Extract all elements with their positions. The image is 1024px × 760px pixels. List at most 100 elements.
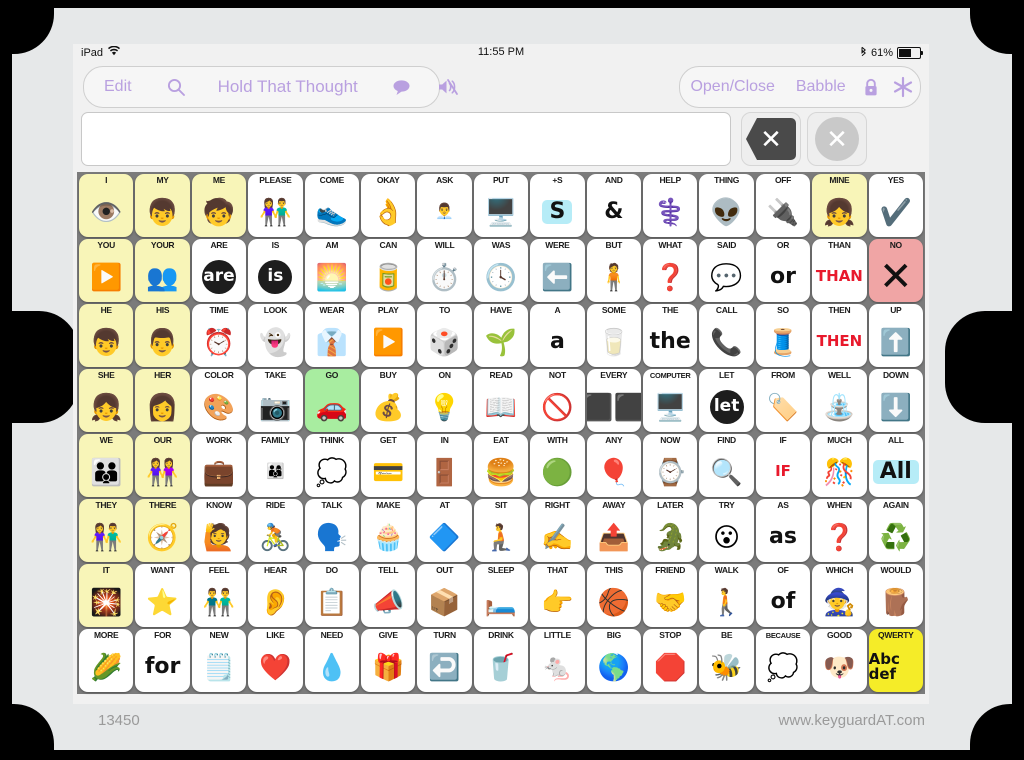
symbol-cell-if[interactable]: IF IF (755, 434, 811, 497)
symbol-cell-walk[interactable]: WALK 🚶 (699, 564, 754, 627)
symbol-cell-yes[interactable]: YES ✔️ (868, 174, 923, 237)
symbol-cell-because[interactable]: BECAUSE 💭 (755, 629, 811, 692)
symbol-cell-to[interactable]: TO 🎲 (417, 304, 472, 367)
symbol-cell-be[interactable]: BE 🐝 (699, 629, 754, 692)
symbol-cell-the[interactable]: THE the (643, 304, 698, 367)
symbol-cell--s[interactable]: +S S (530, 174, 585, 237)
symbol-cell-good[interactable]: GOOD 🐶 (812, 629, 867, 692)
symbol-cell-any[interactable]: ANY 🎈 (586, 434, 641, 497)
symbol-cell-make[interactable]: MAKE 🧁 (361, 499, 416, 562)
message-input[interactable] (81, 112, 731, 166)
symbol-cell-from[interactable]: FROM 🏷️ (755, 369, 811, 432)
symbol-cell-put[interactable]: PUT 🖥️ (473, 174, 529, 237)
symbol-cell-well[interactable]: WELL ⛲ (812, 369, 867, 432)
symbol-cell-please[interactable]: PLEASE 👫 (248, 174, 303, 237)
symbol-cell-and[interactable]: AND & (586, 174, 641, 237)
symbol-cell-or[interactable]: OR or (755, 239, 811, 302)
symbol-cell-play[interactable]: PLAY ▶️ (361, 304, 416, 367)
symbol-cell-work[interactable]: WORK 💼 (191, 434, 247, 497)
symbol-cell-call[interactable]: CALL 📞 (699, 304, 754, 367)
symbol-cell-down[interactable]: DOWN ⬇️ (868, 369, 923, 432)
symbol-cell-his[interactable]: HIS 👨 (135, 304, 190, 367)
symbol-cell-they[interactable]: THEY 👫 (79, 499, 134, 562)
symbol-cell-friend[interactable]: FRIEND 🤝 (643, 564, 698, 627)
symbol-cell-know[interactable]: KNOW 🙋 (191, 499, 247, 562)
edit-button[interactable]: Edit (100, 78, 136, 96)
symbol-cell-big[interactable]: BIG 🌎 (586, 629, 641, 692)
symbol-cell-computer[interactable]: COMPUTER 🖥️ (643, 369, 698, 432)
symbol-cell-up[interactable]: UP ⬆️ (868, 304, 923, 367)
symbol-cell-your[interactable]: YOUR 👥 (135, 239, 190, 302)
symbol-cell-sit[interactable]: SIT 🧎 (473, 499, 529, 562)
symbol-cell-on[interactable]: ON 💡 (417, 369, 472, 432)
symbol-cell-take[interactable]: TAKE 📷 (248, 369, 303, 432)
symbol-cell-it[interactable]: IT 🎇 (79, 564, 134, 627)
search-icon[interactable] (166, 77, 186, 97)
symbol-cell-new[interactable]: NEW 🗒️ (191, 629, 247, 692)
symbol-cell-than[interactable]: THAN THAN (812, 239, 867, 302)
symbol-cell-which[interactable]: WHICH 🧙 (812, 564, 867, 627)
symbol-cell-like[interactable]: LIKE ❤️ (248, 629, 303, 692)
symbol-cell-help[interactable]: HELP ⚕️ (643, 174, 698, 237)
symbol-cell-let[interactable]: LET let (699, 369, 754, 432)
symbol-cell-not[interactable]: NOT 🚫 (530, 369, 585, 432)
symbol-cell-what[interactable]: WHAT ❓ (643, 239, 698, 302)
symbol-cell-off[interactable]: OFF 🔌 (755, 174, 811, 237)
symbol-cell-you[interactable]: YOU ▶️ (79, 239, 134, 302)
symbol-cell-later[interactable]: LATER 🐊 (643, 499, 698, 562)
symbol-cell-our[interactable]: OUR 👭 (135, 434, 190, 497)
symbol-cell-she[interactable]: SHE 👧 (79, 369, 134, 432)
symbol-cell-read[interactable]: READ 📖 (473, 369, 529, 432)
symbol-cell-for[interactable]: FOR for (135, 629, 190, 692)
symbol-cell-okay[interactable]: OKAY 👌 (361, 174, 416, 237)
symbol-cell-hear[interactable]: HEAR 👂 (248, 564, 303, 627)
symbol-cell-every[interactable]: EVERY ⬛⬛ (586, 369, 641, 432)
speech-bubble-icon[interactable] (392, 79, 411, 96)
symbol-cell-ask[interactable]: ASK 👨‍💼 (417, 174, 472, 237)
symbol-cell-get[interactable]: GET 💳 (361, 434, 416, 497)
symbol-cell-when[interactable]: WHEN ❓ (812, 499, 867, 562)
symbol-cell-try[interactable]: TRY 😮 (699, 499, 754, 562)
babble-button[interactable]: Babble (792, 78, 850, 96)
open-close-button[interactable]: Open/Close (686, 78, 779, 96)
symbol-cell-stop[interactable]: STOP 🛑 (643, 629, 698, 692)
symbol-cell-no[interactable]: NO ✕ (868, 239, 923, 302)
symbol-cell-think[interactable]: THINK 💭 (304, 434, 359, 497)
symbol-cell-wear[interactable]: WEAR 👔 (304, 304, 359, 367)
symbol-cell-in[interactable]: IN 🚪 (417, 434, 472, 497)
symbol-cell-qwerty[interactable]: QWERTY Abc def (868, 629, 923, 692)
symbol-cell-talk[interactable]: TALK 🗣️ (304, 499, 359, 562)
clear-all-button[interactable]: ✕ (807, 112, 867, 166)
symbol-cell-much[interactable]: MUCH 🎊 (812, 434, 867, 497)
symbol-cell-can[interactable]: CAN 🥫 (361, 239, 416, 302)
symbol-cell-out[interactable]: OUT 📦 (417, 564, 472, 627)
symbol-cell-would[interactable]: WOULD 🪵 (868, 564, 923, 627)
symbol-cell-thing[interactable]: THING 👽 (699, 174, 754, 237)
symbol-cell-as[interactable]: AS as (755, 499, 811, 562)
symbol-cell-but[interactable]: BUT 🧍 (586, 239, 641, 302)
symbol-cell-is[interactable]: IS is (248, 239, 303, 302)
symbol-cell-with[interactable]: WITH 🟢 (530, 434, 585, 497)
symbol-cell-right[interactable]: RIGHT ✍️ (530, 499, 585, 562)
symbol-cell-need[interactable]: NEED 💧 (304, 629, 359, 692)
mute-speaker-icon[interactable] (437, 78, 459, 96)
symbol-cell-some[interactable]: SOME 🥛 (586, 304, 641, 367)
lock-icon[interactable] (863, 78, 879, 97)
symbol-cell-all[interactable]: ALL All (868, 434, 923, 497)
symbol-cell-give[interactable]: GIVE 🎁 (361, 629, 416, 692)
symbol-cell-mine[interactable]: MINE 👧 (812, 174, 867, 237)
symbol-cell-ride[interactable]: RIDE 🚴 (248, 499, 303, 562)
symbol-cell-tell[interactable]: TELL 📣 (361, 564, 416, 627)
symbol-cell-come[interactable]: COME 👟 (304, 174, 359, 237)
symbol-cell-of[interactable]: OF of (755, 564, 811, 627)
symbol-cell-that[interactable]: THAT 👉 (530, 564, 585, 627)
symbol-cell-my[interactable]: MY 👦 (135, 174, 190, 237)
symbol-cell-want[interactable]: WANT ⭐ (135, 564, 190, 627)
symbol-cell-am[interactable]: AM 🌅 (304, 239, 359, 302)
symbol-cell-feel[interactable]: FEEL 👬 (191, 564, 247, 627)
symbol-cell-color[interactable]: COLOR 🎨 (191, 369, 247, 432)
symbol-cell-turn[interactable]: TURN ↩️ (417, 629, 472, 692)
symbol-cell-there[interactable]: THERE 🧭 (135, 499, 190, 562)
symbol-cell-go[interactable]: GO 🚗 (304, 369, 359, 432)
symbol-cell-find[interactable]: FIND 🔍 (699, 434, 754, 497)
